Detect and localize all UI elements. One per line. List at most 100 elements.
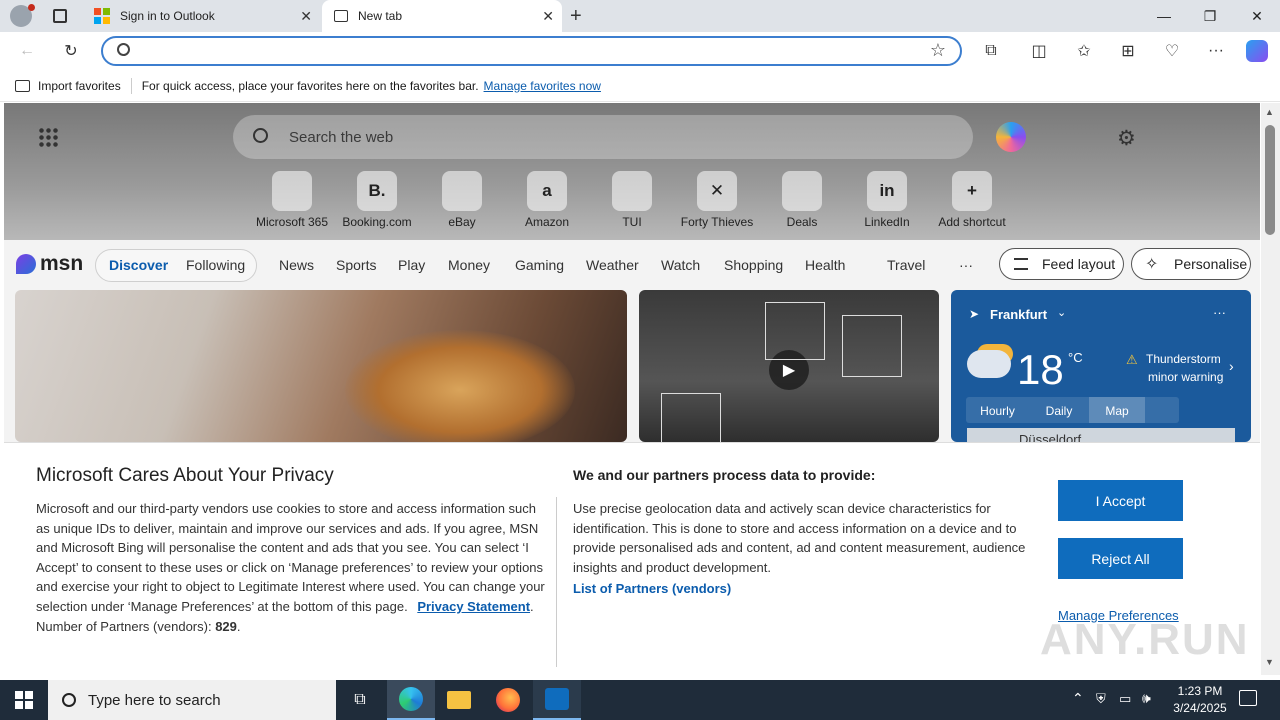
taskbar-search[interactable]: Type here to search — [48, 680, 336, 720]
privacy-statement-link[interactable]: Privacy Statement — [417, 599, 530, 614]
chevron-right-icon[interactable]: › — [1229, 358, 1234, 374]
favorites-icon[interactable]: ✩ — [1073, 40, 1095, 62]
edge-taskbar-icon[interactable] — [387, 680, 435, 720]
favorite-star-icon[interactable]: ☆ — [930, 40, 946, 61]
ebay-icon — [442, 171, 482, 211]
amazon-icon: a — [527, 171, 567, 211]
clock[interactable]: 1:23 PM 3/24/2025 — [1165, 683, 1235, 717]
video-frame — [765, 302, 825, 360]
feed-selector: Discover Following — [95, 249, 257, 282]
weather-location[interactable]: Frankfurt — [990, 307, 1047, 322]
shortcut-item[interactable]: eBay — [420, 171, 504, 229]
reject-all-button[interactable]: Reject All — [1058, 538, 1183, 579]
collections-icon[interactable]: ⊞ — [1117, 40, 1139, 62]
import-favorites-button[interactable]: Import favorites — [38, 79, 121, 93]
minimize-button[interactable]: — — [1141, 0, 1187, 32]
close-window-button[interactable]: ✕ — [1234, 0, 1280, 32]
network-icon[interactable]: ▭ — [1119, 691, 1131, 707]
nav-item-weather[interactable]: Weather — [586, 257, 639, 273]
shortcut-label: Forty Thieves — [680, 215, 754, 229]
address-input[interactable] — [143, 41, 903, 61]
nav-item-news[interactable]: News — [279, 257, 314, 273]
shortcut-item[interactable]: ✕ Forty Thieves — [675, 171, 759, 229]
restore-button[interactable]: ❐ — [1187, 0, 1233, 32]
tab-map[interactable]: Map — [1089, 397, 1145, 423]
page-scrollbar[interactable]: ▲ ▼ — [1261, 103, 1280, 675]
msn-logo[interactable]: msn — [16, 252, 83, 276]
search-icon — [62, 693, 76, 707]
more-categories-button[interactable]: ··· — [959, 257, 973, 273]
nav-item-sports[interactable]: Sports — [336, 257, 376, 273]
tab-label: New tab — [358, 9, 403, 23]
scroll-down-icon[interactable]: ▼ — [1265, 657, 1274, 667]
copilot-icon[interactable] — [996, 122, 1026, 152]
nav-item-watch[interactable]: Watch — [661, 257, 700, 273]
scroll-thumb[interactable] — [1265, 125, 1275, 235]
outlook-icon[interactable] — [533, 680, 581, 720]
scroll-up-icon[interactable]: ▲ — [1265, 107, 1274, 117]
tab-daily[interactable]: Daily — [1029, 397, 1089, 423]
weather-alert-line1[interactable]: Thunderstorm — [1146, 352, 1221, 366]
tab-outlook[interactable]: Sign in to Outlook ✕ — [82, 0, 320, 32]
start-button[interactable] — [0, 680, 48, 720]
feed-layout-button[interactable]: Feed layout — [999, 248, 1124, 280]
page-settings-icon[interactable]: ⚙ — [1117, 126, 1136, 151]
address-bar[interactable]: ☆ — [101, 36, 962, 66]
browser-essentials-icon[interactable]: ♡ — [1161, 40, 1183, 62]
weather-map[interactable]: Düsseldorf — [967, 428, 1235, 442]
notifications-icon[interactable] — [1239, 690, 1257, 706]
file-explorer-icon[interactable] — [435, 680, 483, 720]
tab-new-tab[interactable]: New tab ✕ — [322, 0, 562, 32]
task-view-icon[interactable]: ⧉ — [336, 680, 384, 720]
shortcut-label: eBay — [448, 215, 476, 229]
manage-favorites-link[interactable]: Manage favorites now — [484, 79, 601, 93]
weather-alert-line2[interactable]: minor warning — [1148, 370, 1223, 384]
weather-more-icon[interactable]: ··· — [1213, 305, 1226, 320]
plus-icon: + — [952, 171, 992, 211]
new-tab-button[interactable]: + — [570, 5, 582, 28]
security-tray-icon[interactable]: ⛨ — [1096, 691, 1106, 707]
shortcut-item[interactable]: Microsoft 365 — [250, 171, 334, 229]
apps-launcher-icon[interactable] — [38, 127, 58, 147]
close-tab-icon[interactable]: ✕ — [300, 8, 312, 25]
firefox-icon[interactable] — [484, 680, 532, 720]
tab-hourly[interactable]: Hourly — [966, 397, 1029, 423]
chevron-down-icon[interactable]: ⌄ — [1057, 306, 1066, 319]
tab-discover[interactable]: Discover — [109, 257, 168, 273]
volume-icon[interactable]: 🕪 — [1142, 690, 1151, 707]
show-hidden-icons[interactable]: ⌃ — [1072, 690, 1084, 707]
close-tab-icon[interactable]: ✕ — [542, 8, 554, 25]
back-icon[interactable]: ← — [16, 40, 38, 62]
weather-card[interactable]: ➤ Frankfurt ⌄ ··· 18 °C ⚠ Thunderstorm m… — [951, 290, 1251, 442]
nav-item-health[interactable]: Health — [805, 257, 845, 273]
list-of-partners-link[interactable]: List of Partners (vendors) — [573, 581, 731, 596]
shortcut-item[interactable]: TUI — [590, 171, 674, 229]
privacy-title: Microsoft Cares About Your Privacy — [36, 465, 334, 486]
tab-actions-icon[interactable] — [53, 9, 67, 23]
news-card-hero[interactable] — [15, 290, 627, 442]
personalise-button[interactable]: ✧ Personalise — [1131, 248, 1251, 280]
copilot-icon[interactable] — [1246, 40, 1268, 62]
accept-button[interactable]: I Accept — [1058, 480, 1183, 521]
nav-item-travel[interactable]: Travel — [887, 257, 925, 273]
video-card[interactable]: ▶ — [639, 290, 939, 442]
windows-taskbar: Type here to search ⧉ ⌃ ⛨ ▭ 🕪 1:23 PM 3/… — [0, 680, 1280, 720]
import-favorites-icon[interactable] — [15, 79, 30, 92]
split-screen-icon[interactable]: ◫ — [1028, 40, 1050, 62]
shortcut-item[interactable]: B. Booking.com — [335, 171, 419, 229]
nav-item-money[interactable]: Money — [448, 257, 490, 273]
shortcut-item[interactable]: + Add shortcut — [930, 171, 1014, 229]
shortcut-item[interactable]: a Amazon — [505, 171, 589, 229]
shortcut-item[interactable]: in LinkedIn — [845, 171, 929, 229]
refresh-icon[interactable]: ↻ — [60, 40, 82, 62]
tab-following[interactable]: Following — [186, 257, 245, 273]
nav-item-shopping[interactable]: Shopping — [724, 257, 783, 273]
nav-item-play[interactable]: Play — [398, 257, 425, 273]
weather-view-tabs: Hourly Daily Map — [966, 397, 1179, 423]
web-search-box[interactable]: Search the web — [233, 115, 973, 159]
extensions-icon[interactable]: ⧉ — [980, 40, 1002, 62]
sliders-icon — [1014, 258, 1028, 270]
shortcut-item[interactable]: Deals — [760, 171, 844, 229]
nav-item-gaming[interactable]: Gaming — [515, 257, 564, 273]
more-menu-icon[interactable]: ··· — [1205, 40, 1227, 62]
